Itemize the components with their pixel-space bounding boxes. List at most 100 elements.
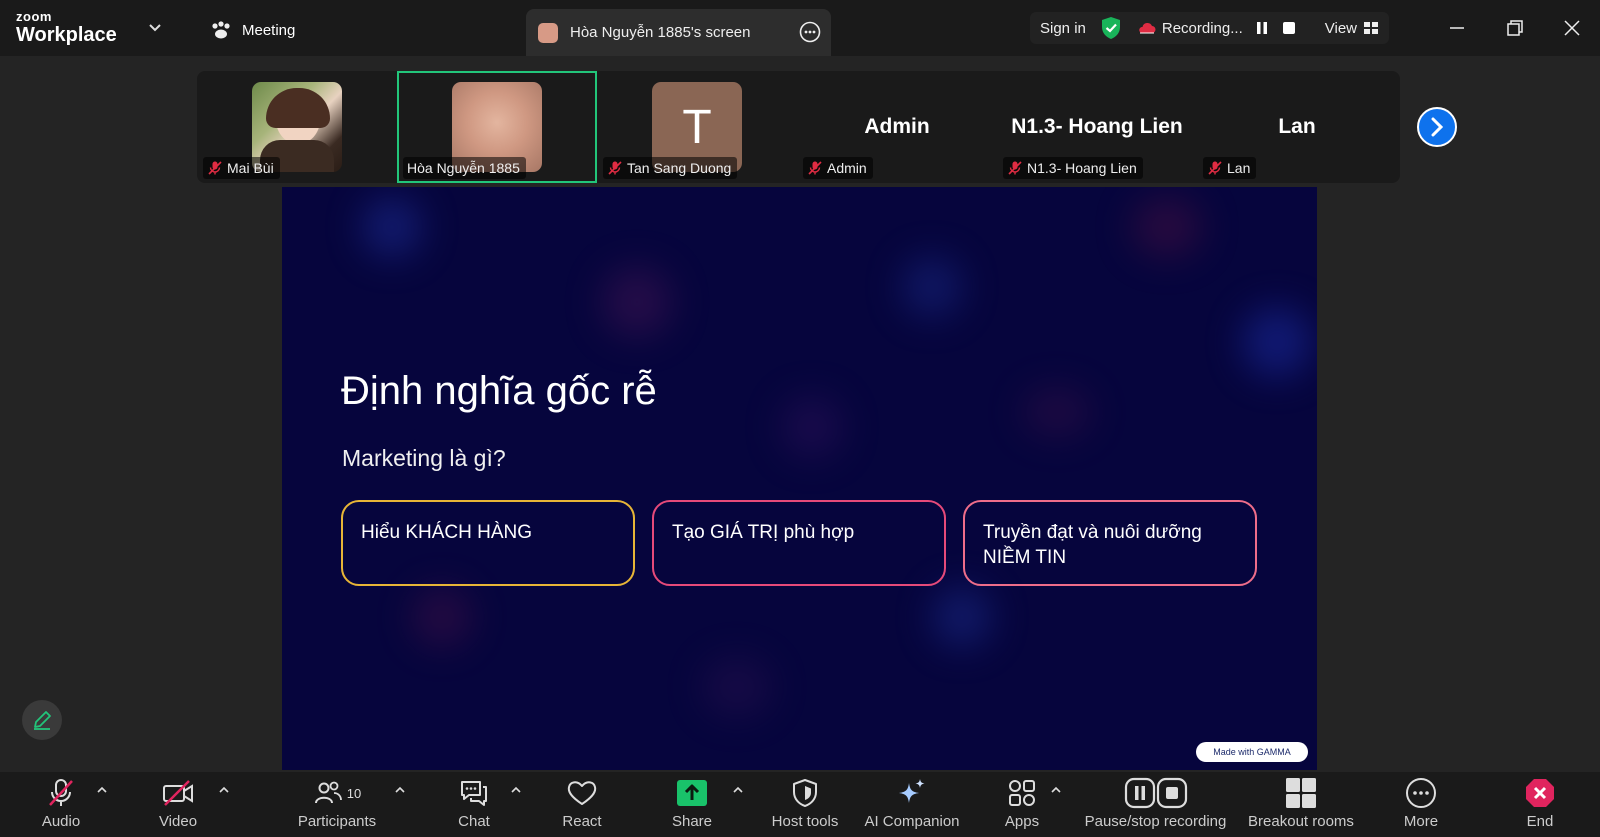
heart-icon — [567, 781, 597, 805]
participants-label: Participants — [297, 813, 377, 830]
title-bar: zoom Workplace Meeting Hòa Nguyễn 1885's… — [0, 0, 1600, 56]
audio-button[interactable]: Audio — [36, 772, 86, 830]
video-button[interactable]: Video — [152, 772, 204, 830]
apps-icon — [1009, 780, 1035, 806]
made-with-gamma-badge[interactable]: Made with GAMMA — [1196, 742, 1308, 762]
end-icon — [1526, 779, 1554, 807]
participant-tile[interactable]: T Tan Sang Duong — [597, 71, 797, 183]
annotate-button[interactable] — [22, 700, 62, 740]
react-button[interactable]: React — [556, 772, 608, 830]
paw-icon — [212, 21, 230, 39]
chat-button[interactable]: Chat — [448, 772, 500, 830]
share-button[interactable]: Share — [666, 772, 718, 830]
sign-in-button[interactable]: Sign in — [1030, 20, 1096, 37]
participant-name-tag: Lan — [1203, 157, 1257, 179]
participant-name: Hòa Nguyễn 1885 — [407, 160, 520, 176]
pause-stop-recording-icon — [1124, 777, 1187, 809]
breakout-rooms-label: Breakout rooms — [1248, 813, 1354, 830]
cloud-recording-icon — [1139, 22, 1156, 34]
apps-button[interactable]: Apps — [996, 772, 1048, 830]
chevron-up-icon[interactable] — [218, 784, 230, 796]
slide-card-text: Truyền đạt và nuôi dưỡng NIỀM TIN — [983, 522, 1202, 568]
chevron-up-icon[interactable] — [510, 784, 522, 796]
avatar-initial: T — [682, 100, 712, 154]
pencil-icon — [34, 711, 51, 730]
more-button[interactable]: More — [1395, 772, 1447, 830]
chevron-up-icon[interactable] — [732, 784, 744, 796]
chevron-up-icon[interactable] — [394, 784, 406, 796]
participant-tile[interactable]: Admin Admin — [797, 71, 997, 183]
video-label: Video — [158, 813, 198, 830]
ai-companion-button[interactable]: AI Companion — [862, 772, 962, 830]
slide-title: Định nghĩa gốc rễ — [341, 369, 657, 413]
participant-name: N1.3- Hoang Lien — [1027, 160, 1137, 176]
share-screen-icon — [677, 780, 707, 806]
meeting-menu[interactable]: Meeting — [210, 20, 295, 40]
close-icon[interactable] — [1562, 18, 1582, 38]
more-icon — [1406, 778, 1436, 808]
host-tools-button[interactable]: Host tools — [770, 772, 840, 830]
video-off-icon — [163, 780, 193, 806]
participant-name-tag: N1.3- Hoang Lien — [1003, 157, 1143, 179]
brand-bottom: Workplace — [16, 24, 117, 46]
shield-icon — [793, 779, 817, 807]
chevron-up-icon[interactable] — [96, 784, 108, 796]
shared-screen: Định nghĩa gốc rễ Marketing là gì? Hiểu … — [282, 187, 1317, 770]
participant-name: Tan Sang Duong — [627, 160, 732, 176]
participant-tile-active[interactable]: Hòa Nguyễn 1885 — [397, 71, 597, 183]
sparkle-icon — [899, 779, 925, 803]
chevron-right-icon — [1431, 117, 1444, 137]
restore-icon[interactable] — [1505, 18, 1525, 38]
ai-companion-label: AI Companion — [864, 813, 960, 830]
participant-name: Admin — [827, 160, 867, 176]
participant-tile[interactable]: Mai Bùi — [197, 71, 397, 183]
minimize-icon[interactable] — [1447, 18, 1467, 38]
participant-name: Lan — [1227, 160, 1251, 176]
participant-tile[interactable]: Lan Lan — [1197, 71, 1397, 183]
recording-label: Recording... — [1161, 19, 1243, 37]
participant-name-tag: Hòa Nguyễn 1885 — [403, 157, 526, 179]
sign-in-label: Sign in — [1040, 19, 1086, 37]
mic-muted-icon — [49, 779, 73, 806]
chat-label: Chat — [458, 813, 490, 830]
screen-share-tab[interactable]: Hòa Nguyễn 1885's screen — [526, 9, 831, 56]
zoom-logo: zoom Workplace — [16, 10, 117, 45]
shield-check-icon[interactable] — [1100, 16, 1122, 40]
slide-subtitle: Marketing là gì? — [342, 445, 506, 471]
participant-tile[interactable]: N1.3- Hoang Lien N1.3- Hoang Lien — [997, 71, 1197, 183]
mic-muted-icon — [608, 161, 622, 175]
participant-display-name: N1.3- Hoang Lien — [1011, 115, 1183, 138]
slide-card: Hiểu KHÁCH HÀNG — [341, 500, 635, 586]
view-label: View — [1324, 19, 1357, 37]
end-label: End — [1526, 813, 1554, 830]
stop-icon[interactable] — [1281, 20, 1297, 36]
recording-status[interactable]: Recording... — [1128, 20, 1307, 37]
view-button[interactable]: View — [1307, 20, 1389, 37]
chevron-down-icon[interactable] — [148, 20, 162, 34]
slide-card-text: Hiểu KHÁCH HÀNG — [361, 522, 533, 543]
slide-card: Truyền đạt và nuôi dưỡng NIỀM TIN — [963, 500, 1257, 586]
audio-label: Audio — [41, 813, 81, 830]
grid-view-icon — [1364, 22, 1378, 34]
breakout-rooms-button[interactable]: Breakout rooms — [1245, 772, 1357, 830]
participant-name-tag: Mai Bùi — [203, 157, 280, 179]
mic-muted-icon — [208, 161, 222, 175]
chevron-up-icon[interactable] — [1050, 784, 1062, 796]
pause-icon[interactable] — [1255, 20, 1269, 36]
mic-muted-icon — [1008, 161, 1022, 175]
participant-name-tag: Admin — [803, 157, 873, 179]
meeting-label: Meeting — [242, 21, 296, 39]
participant-name: Mai Bùi — [227, 160, 274, 176]
more-label: More — [1403, 813, 1439, 830]
pause-stop-recording-button[interactable]: Pause/stop recording — [1078, 772, 1233, 830]
next-participants-button[interactable] — [1417, 107, 1457, 147]
end-button[interactable]: End — [1514, 772, 1566, 830]
mic-muted-icon — [808, 161, 822, 175]
participants-button[interactable]: 10 Participants — [292, 772, 382, 830]
slide-card-text: Tạo GIÁ TRỊ phù hợp — [672, 522, 855, 543]
header-right-group: Sign in Recording... View — [1030, 12, 1389, 44]
breakout-rooms-icon — [1286, 778, 1316, 808]
more-options-icon[interactable] — [799, 21, 821, 43]
apps-label: Apps — [1004, 813, 1040, 830]
participant-display-name: Lan — [1278, 115, 1316, 138]
